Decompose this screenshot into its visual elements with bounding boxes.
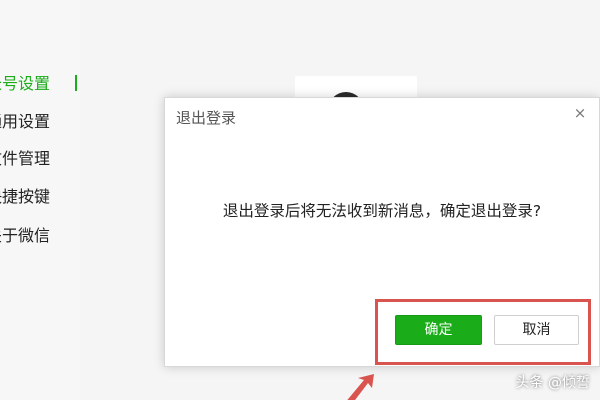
- sidebar-item-files[interactable]: 文件管理: [0, 147, 50, 171]
- watermark: 头条 @倾誓: [515, 375, 590, 391]
- red-arrow-icon: [347, 374, 374, 400]
- logout-dialog: 退出登录 × 退出登录后将无法收到新消息，确定退出登录? 确定 取消: [164, 97, 600, 367]
- sidebar-item-general[interactable]: 通用设置: [0, 110, 50, 134]
- dialog-message: 退出登录后将无法收到新消息，确定退出登录?: [222, 202, 542, 220]
- close-icon[interactable]: ×: [571, 104, 589, 122]
- wechat-settings-window: 长号设置 通用设置 文件管理 快捷按键 关于微信 退出登录 × 退出登录后将无法…: [0, 0, 600, 400]
- sidebar-item-account[interactable]: 长号设置: [0, 72, 50, 96]
- sidebar-active-indicator: [75, 75, 77, 91]
- settings-sidebar: 长号设置 通用设置 文件管理 快捷按键 关于微信: [0, 0, 80, 400]
- cancel-button[interactable]: 取消: [494, 315, 579, 345]
- sidebar-item-about[interactable]: 关于微信: [0, 224, 50, 248]
- confirm-button[interactable]: 确定: [395, 315, 482, 345]
- sidebar-item-shortcuts[interactable]: 快捷按键: [0, 185, 50, 209]
- dialog-title: 退出登录: [176, 109, 237, 127]
